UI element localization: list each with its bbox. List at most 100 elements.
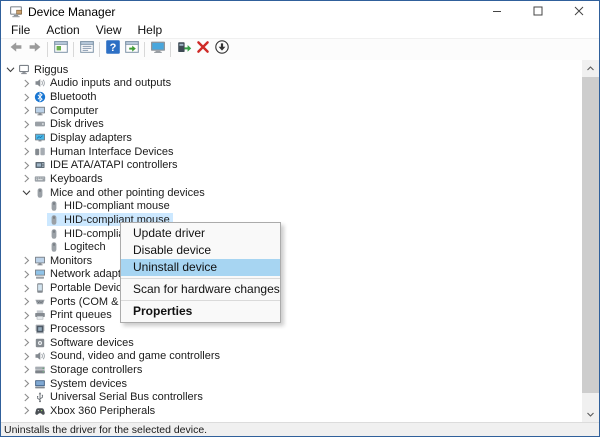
tree-row-core: IDE ATA/ATAPI controllers (33, 159, 181, 172)
tree-row-audio-inputs-and-outputs[interactable]: Audio inputs and outputs (20, 77, 582, 91)
window-title: Device Manager (28, 5, 115, 19)
tree-row-universal-serial-bus-controllers[interactable]: Universal Serial Bus controllers (20, 390, 582, 404)
chevron-right-icon[interactable] (20, 160, 33, 171)
context-menu: Update driverDisable deviceUninstall dev… (120, 222, 281, 323)
context-menu-separator (121, 300, 280, 301)
tree-row-monitors[interactable]: Monitors (20, 254, 582, 268)
tree-row-portable-devices[interactable]: Portable Devices (20, 281, 582, 295)
tree-row-riggus[interactable]: Riggus (4, 63, 582, 77)
tree-row-label: Processors (50, 323, 105, 335)
tree-row-software-devices[interactable]: Software devices (20, 336, 582, 350)
chevron-down-icon (586, 406, 595, 424)
update-driver-button[interactable] (174, 40, 193, 59)
computer-button[interactable] (148, 40, 167, 59)
help-button[interactable]: ? (103, 40, 122, 59)
tree-row-system-devices[interactable]: System devices (20, 377, 582, 391)
chevron-right-icon[interactable] (20, 296, 33, 307)
tree-row-bluetooth[interactable]: Bluetooth (20, 90, 582, 104)
chevron-right-icon[interactable] (20, 337, 33, 348)
storage-icon (33, 364, 46, 376)
tree-row-label: Computer (50, 105, 98, 117)
chevron-right-icon[interactable] (20, 269, 33, 280)
forward-button[interactable] (25, 40, 44, 59)
context-menu-item-properties[interactable]: Properties (121, 303, 280, 320)
chevron-right-icon[interactable] (20, 133, 33, 144)
chevron-right-icon[interactable] (20, 283, 33, 294)
toolbar-separator (144, 42, 145, 57)
chevron-right-icon[interactable] (20, 92, 33, 103)
tree-row-hid-compliant-mouse[interactable]: HID-compliant mouse (34, 199, 582, 213)
menubar-item-view[interactable]: View (88, 22, 130, 38)
tree-row-hid-compliant-mouse[interactable]: HID-compliant mouse (34, 227, 582, 241)
audio-icon (33, 350, 46, 362)
minimize-button[interactable] (476, 1, 517, 22)
tree-row-core: Bluetooth (33, 91, 99, 104)
context-menu-item-disable-device[interactable]: Disable device (121, 242, 280, 259)
chevron-right-icon[interactable] (20, 405, 33, 416)
tree-row-xbox-360-peripherals[interactable]: Xbox 360 Peripherals (20, 404, 582, 418)
context-menu-item-uninstall-device[interactable]: Uninstall device (121, 259, 280, 276)
tree-row-mice-and-other-pointing-devices[interactable]: Mice and other pointing devices (20, 186, 582, 200)
chevron-right-icon[interactable] (20, 364, 33, 375)
close-button[interactable] (558, 1, 599, 22)
chevron-right-icon[interactable] (20, 378, 33, 389)
chevron-right-icon[interactable] (20, 323, 33, 334)
context-menu-item-update-driver[interactable]: Update driver (121, 225, 280, 242)
uninstall-device-button[interactable] (193, 40, 212, 59)
tree-row-label: Mice and other pointing devices (50, 187, 205, 199)
context-menu-item-scan-for-hardware-changes[interactable]: Scan for hardware changes (121, 281, 280, 298)
chevron-right-icon[interactable] (20, 173, 33, 184)
chevron-right-icon[interactable] (20, 105, 33, 116)
tree-row-processors[interactable]: Processors (20, 322, 582, 336)
tree-row-disk-drives[interactable]: Disk drives (20, 118, 582, 132)
tree-row-sound-video-and-game-controllers[interactable]: Sound, video and game controllers (20, 349, 582, 363)
tree-row-human-interface-devices[interactable]: Human Interface Devices (20, 145, 582, 159)
svg-text:?: ? (109, 42, 116, 54)
chevron-right-icon[interactable] (20, 351, 33, 362)
chevron-right-icon[interactable] (20, 78, 33, 89)
menubar-item-file[interactable]: File (3, 22, 38, 38)
chevron-right-icon[interactable] (20, 255, 33, 266)
tree-row-keyboards[interactable]: Keyboards (20, 172, 582, 186)
console-tree-icon (53, 39, 69, 60)
chevron-right-icon[interactable] (20, 392, 33, 403)
menubar-item-help[interactable]: Help (130, 22, 171, 38)
tree-row-label: Logitech (64, 241, 106, 253)
tree-row-core: Logitech (47, 241, 109, 254)
tree-row-computer[interactable]: Computer (20, 104, 582, 118)
disable-device-button[interactable] (212, 40, 231, 59)
chevron-down-icon[interactable] (4, 64, 17, 75)
vertical-scrollbar[interactable] (582, 60, 599, 423)
maximize-button[interactable] (517, 1, 558, 22)
tree-row-ports-com-lpt[interactable]: Ports (COM & LPT) (20, 295, 582, 309)
console-tree-button[interactable] (51, 40, 70, 59)
chevron-right-icon[interactable] (20, 119, 33, 130)
chevron-right-icon[interactable] (20, 310, 33, 321)
tree-row-label: IDE ATA/ATAPI controllers (50, 159, 178, 171)
tree-row-ide-ata-atapi-controllers[interactable]: IDE ATA/ATAPI controllers (20, 158, 582, 172)
menubar-item-action[interactable]: Action (38, 22, 87, 38)
minimize-icon (492, 5, 502, 19)
chevron-right-icon[interactable] (20, 146, 33, 157)
maximize-icon (533, 5, 543, 19)
uninstall-icon (195, 39, 211, 60)
chevron-down-icon[interactable] (20, 187, 33, 198)
chevron-spacer (34, 228, 47, 239)
tree-row-network-adapters[interactable]: Network adapters (20, 268, 582, 282)
tree-row-display-adapters[interactable]: Display adapters (20, 131, 582, 145)
tree-row-label: System devices (50, 378, 127, 390)
tree-row-core: System devices (33, 377, 130, 390)
properties-button[interactable] (77, 40, 96, 59)
back-button[interactable] (6, 40, 25, 59)
scroll-down-button[interactable] (582, 406, 599, 423)
tree-row-logitech[interactable]: Logitech (34, 240, 582, 254)
scroll-up-button[interactable] (582, 60, 599, 77)
tree-row-hid-compliant-mouse[interactable]: HID-compliant mouse (34, 213, 582, 227)
tree-row-label: Keyboards (50, 173, 103, 185)
tree-row-label: Software devices (50, 337, 134, 349)
export-list-button[interactable] (122, 40, 141, 59)
ide-icon (33, 159, 46, 171)
tree-row-print-queues[interactable]: Print queues (20, 309, 582, 323)
scrollbar-thumb[interactable] (582, 77, 599, 393)
tree-row-storage-controllers[interactable]: Storage controllers (20, 363, 582, 377)
